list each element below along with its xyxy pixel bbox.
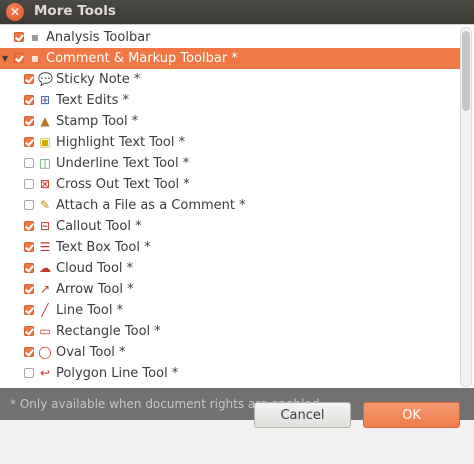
tree-row[interactable]: ⊞ Text Edits *: [0, 90, 460, 111]
tool-label: Text Edits *: [56, 93, 130, 108]
tree-row[interactable]: ◯ Oval Tool *: [0, 342, 460, 363]
tool-label: Rectangle Tool *: [56, 324, 161, 339]
arrow-icon: ↗: [39, 282, 51, 296]
text-edits-icon: ⊞: [39, 93, 51, 107]
highlight-icon: ▣: [39, 135, 51, 149]
tool-checkbox[interactable]: [24, 74, 34, 84]
tool-label: Analysis Toolbar: [46, 30, 151, 45]
tool-label: Line Tool *: [56, 303, 124, 318]
tree-row[interactable]: ╱ Line Tool *: [0, 300, 460, 321]
tool-checkbox[interactable]: [24, 158, 34, 168]
tool-checkbox[interactable]: [24, 284, 34, 294]
callout-icon: ⊟: [39, 219, 51, 233]
tree-row[interactable]: 💬 Sticky Note *: [0, 69, 460, 90]
tool-label: Sticky Note *: [56, 72, 141, 87]
tree-row[interactable]: ▭ Rectangle Tool *: [0, 321, 460, 342]
tree-row[interactable]: ▣ Highlight Text Tool *: [0, 132, 460, 153]
tool-label: Attach a File as a Comment *: [56, 198, 246, 213]
close-icon[interactable]: ✕: [6, 3, 24, 21]
tool-checkbox[interactable]: [24, 347, 34, 357]
tool-label: Polygon Line Tool *: [56, 366, 179, 381]
toolbar-icon: ▪: [30, 30, 40, 44]
tool-label: Comment & Markup Toolbar *: [46, 51, 238, 66]
tool-label: Cloud Tool *: [56, 261, 134, 276]
scrollbar[interactable]: [460, 27, 472, 387]
tool-label: Cross Out Text Tool *: [56, 177, 190, 192]
tool-checkbox[interactable]: [14, 53, 24, 63]
tree-row[interactable]: ▼ ▪ Comment & Markup Toolbar *: [0, 48, 460, 69]
rectangle-icon: ▭: [39, 324, 51, 338]
cross-out-icon: ⊠: [39, 177, 51, 191]
sticky-note-icon: 💬: [38, 72, 53, 86]
tool-label: Stamp Tool *: [56, 114, 139, 129]
tree-row[interactable]: ▪ Analysis Toolbar: [0, 27, 460, 48]
scrollbar-thumb[interactable]: [462, 31, 470, 111]
line-icon: ╱: [41, 303, 49, 317]
polygon-line-icon: ↩: [39, 366, 51, 380]
window-title: More Tools: [34, 3, 116, 19]
tool-checkbox[interactable]: [24, 242, 34, 252]
tool-checkbox[interactable]: [14, 32, 24, 42]
tool-checkbox[interactable]: [24, 200, 34, 210]
tree-row[interactable]: ◫ Underline Text Tool *: [0, 153, 460, 174]
tool-checkbox[interactable]: [24, 95, 34, 105]
tool-label: Highlight Text Tool *: [56, 135, 186, 150]
cloud-icon: ☁: [39, 261, 51, 275]
attach-file-icon: ✎: [39, 198, 51, 212]
expander-icon[interactable]: ▼: [2, 48, 8, 69]
cancel-button[interactable]: Cancel: [254, 402, 351, 428]
ok-button[interactable]: OK: [363, 402, 460, 428]
tool-checkbox[interactable]: [24, 116, 34, 126]
tool-label: Underline Text Tool *: [56, 156, 190, 171]
tree-row[interactable]: ⊟ Callout Tool *: [0, 216, 460, 237]
tool-label: Arrow Tool *: [56, 282, 134, 297]
tool-label: Callout Tool *: [56, 219, 142, 234]
tool-checkbox[interactable]: [24, 179, 34, 189]
tools-tree: ▪ Analysis Toolbar ▼ ▪ Comment & Markup Tool…: [0, 27, 460, 384]
tool-label: Text Box Tool *: [56, 240, 151, 255]
tree-row[interactable]: ☁ Cloud Tool *: [0, 258, 460, 279]
tree-row[interactable]: ↗ Arrow Tool *: [0, 279, 460, 300]
tool-checkbox[interactable]: [24, 263, 34, 273]
toolbar-icon: ▪: [30, 51, 40, 65]
tool-checkbox[interactable]: [24, 137, 34, 147]
tree-row[interactable]: ✎ Attach a File as a Comment *: [0, 195, 460, 216]
tree-row[interactable]: ↩ Polygon Line Tool *: [0, 363, 460, 384]
tree-row[interactable]: ☰ Text Box Tool *: [0, 237, 460, 258]
tool-checkbox[interactable]: [24, 221, 34, 231]
oval-icon: ◯: [38, 345, 52, 359]
tool-checkbox[interactable]: [24, 368, 34, 378]
tools-list[interactable]: ▪ Analysis Toolbar ▼ ▪ Comment & Markup Tool…: [0, 24, 474, 389]
text-box-icon: ☰: [39, 240, 51, 254]
tool-checkbox[interactable]: [24, 326, 34, 336]
tool-label: Oval Tool *: [56, 345, 126, 360]
tool-checkbox[interactable]: [24, 305, 34, 315]
tree-row[interactable]: ▲ Stamp Tool *: [0, 111, 460, 132]
title-bar: ✕ More Tools: [0, 0, 474, 24]
underline-icon: ◫: [39, 156, 51, 170]
stamp-icon: ▲: [40, 114, 50, 128]
tree-row[interactable]: ⊠ Cross Out Text Tool *: [0, 174, 460, 195]
